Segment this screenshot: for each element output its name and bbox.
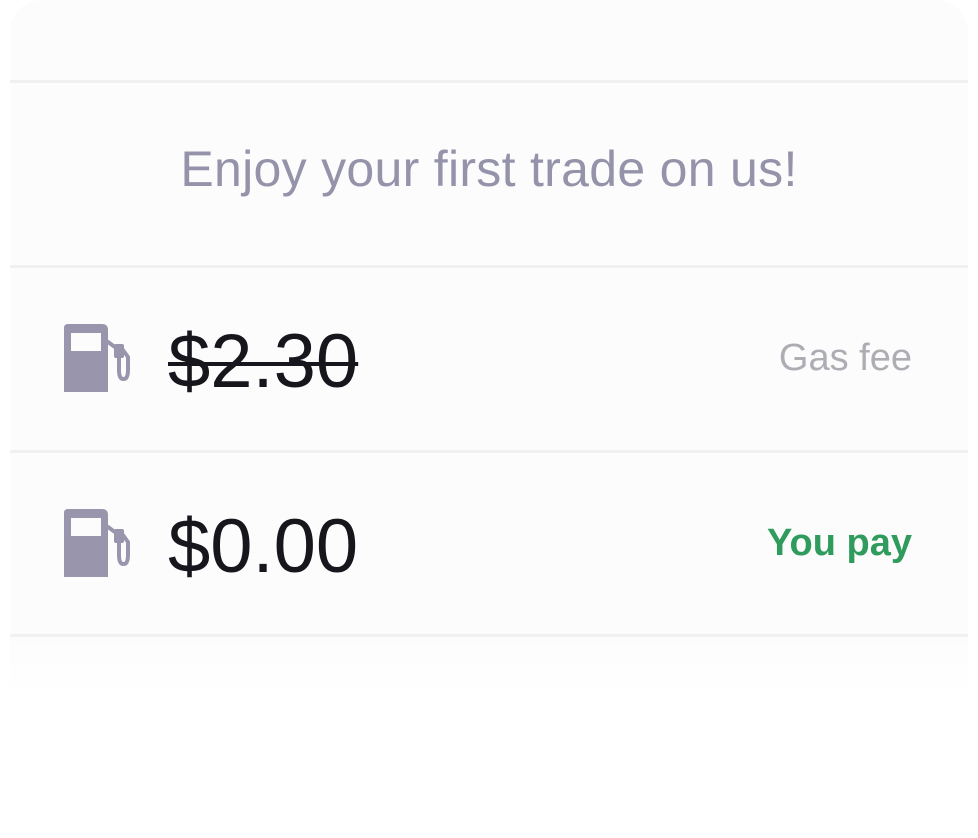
you-pay-label: You pay	[767, 522, 912, 564]
divider	[10, 80, 968, 83]
fuel-pump-icon	[64, 324, 130, 392]
gas-fee-label: Gas fee	[778, 337, 912, 379]
free-trade-card: Enjoy your first trade on us! $2.30 Gas …	[10, 0, 968, 720]
original-gas-fee-amount: $2.30	[168, 319, 359, 404]
gas-fee-row: $2.30 Gas fee	[10, 268, 968, 450]
divider	[10, 634, 968, 637]
promo-headline: Enjoy your first trade on us!	[180, 141, 798, 197]
card-fade-overlay	[10, 630, 968, 720]
you-pay-amount: $0.00	[168, 504, 359, 589]
fuel-pump-icon	[64, 509, 130, 577]
you-pay-row: $0.00 You pay	[10, 453, 968, 635]
